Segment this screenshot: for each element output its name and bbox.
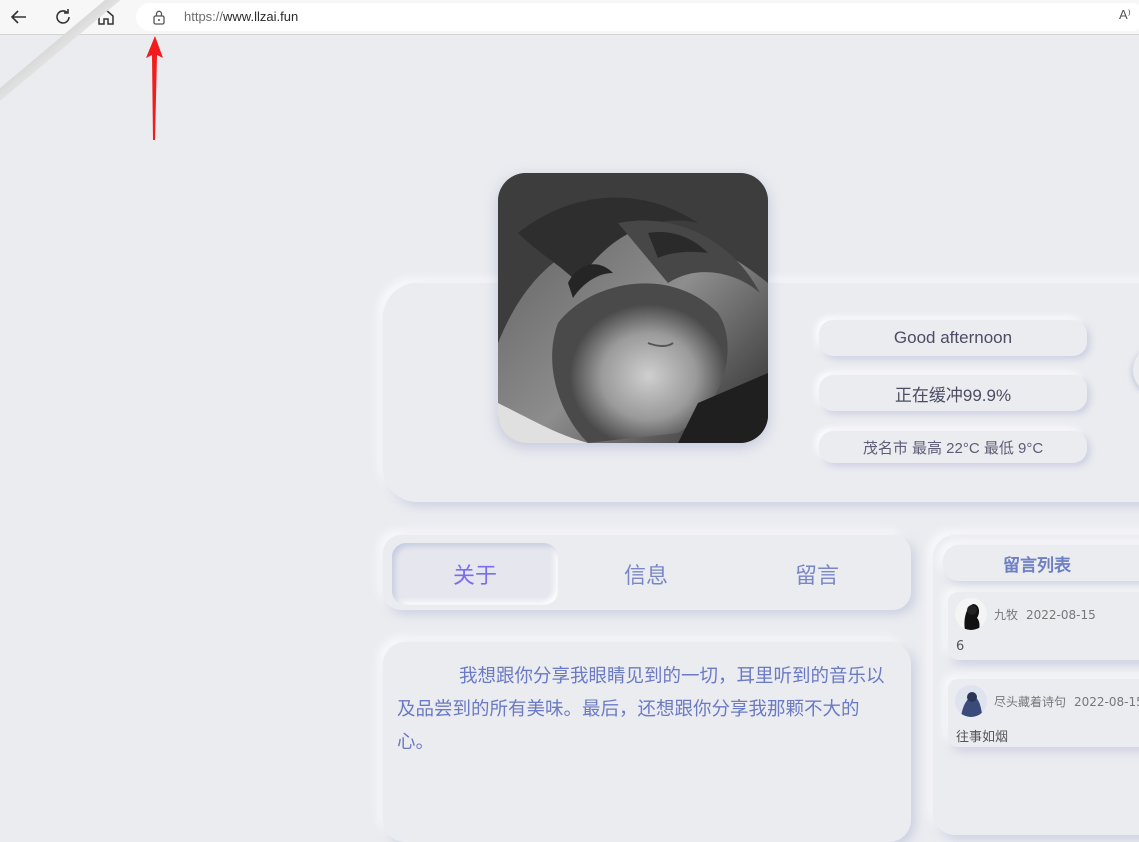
lock-icon[interactable] <box>152 9 166 29</box>
message-item[interactable]: 尽头藏着诗句 2022-08-15 往事如烟 <box>948 679 1139 747</box>
weather-pill: 茂名市 最高 22°C 最低 9°C <box>819 431 1087 463</box>
read-aloud-icon[interactable]: A⁾ <box>1119 7 1131 23</box>
avatar <box>955 685 987 717</box>
message-body: 6 <box>956 639 965 654</box>
about-card: 我想跟你分享我眼睛见到的一切，耳里听到的音乐以及品尝到的所有美味。最后，还想跟你… <box>383 642 911 842</box>
message-meta: 尽头藏着诗句 2022-08-15 <box>994 693 1139 710</box>
about-text: 我想跟你分享我眼睛见到的一切，耳里听到的音乐以及品尝到的所有美味。最后，还想跟你… <box>397 666 885 753</box>
tab-about[interactable]: 关于 <box>392 543 558 605</box>
tab-info[interactable]: 信息 <box>563 543 729 605</box>
message-date: 2022-08-15 <box>1026 608 1096 622</box>
back-button[interactable] <box>6 5 32 29</box>
greeting-pill: Good afternoon <box>819 320 1087 356</box>
url-text: https://www.llzai.fun <box>184 9 299 24</box>
arrow-left-icon <box>10 10 26 24</box>
message-body: 往事如烟 <box>956 730 1009 745</box>
message-item[interactable]: 九牧 2022-08-15 6 <box>948 592 1139 660</box>
red-arrow-annotation <box>146 36 163 140</box>
message-author: 九牧 <box>994 608 1019 622</box>
buffer-status-pill: 正在缓冲99.9% <box>819 375 1087 411</box>
message-date: 2022-08-15 <box>1074 695 1139 709</box>
tab-bar: 关于 信息 留言 <box>383 535 911 610</box>
profile-avatar <box>498 173 768 443</box>
refresh-button[interactable] <box>50 5 76 29</box>
browser-toolbar: https://www.llzai.fun A⁾ <box>0 0 1139 35</box>
tab-messages[interactable]: 留言 <box>734 543 900 605</box>
message-meta: 九牧 2022-08-15 <box>994 606 1096 623</box>
message-list-title: 留言列表 <box>943 545 1139 581</box>
message-author: 尽头藏着诗句 <box>994 695 1067 709</box>
address-bar[interactable]: https://www.llzai.fun A⁾ <box>136 3 1139 31</box>
refresh-icon <box>56 9 70 24</box>
avatar <box>955 598 987 630</box>
